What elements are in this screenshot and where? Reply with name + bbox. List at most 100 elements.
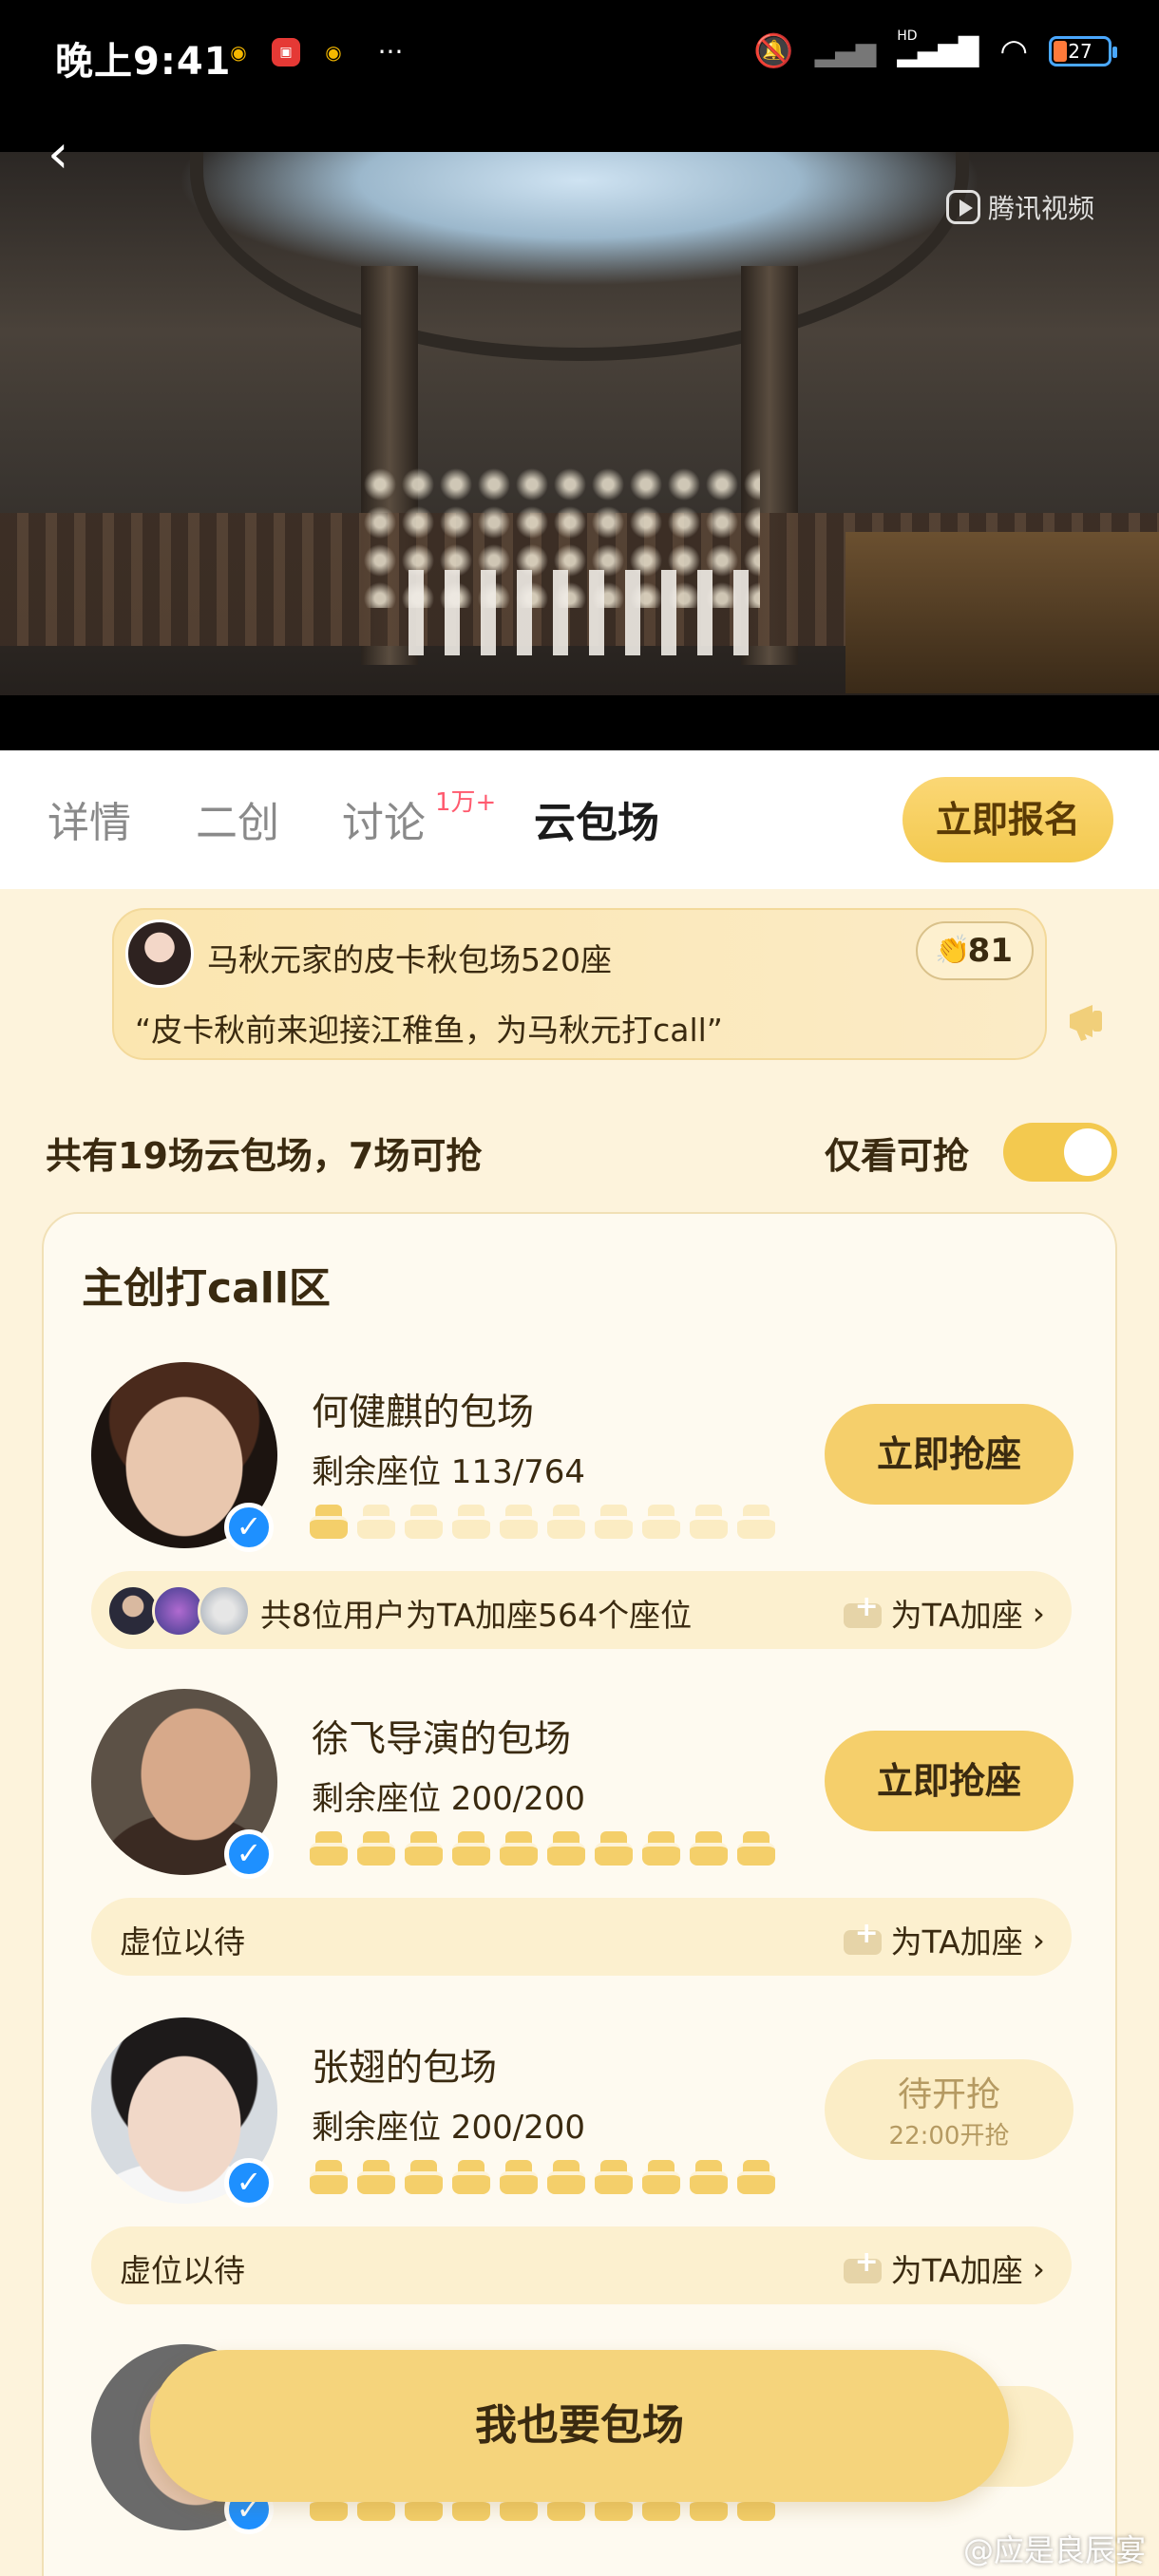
tab-fan-creations[interactable]: 二创: [196, 788, 279, 849]
chevron-right-icon: ›: [1032, 2249, 1045, 2287]
pending-grab-button[interactable]: 待开抢 22:00开抢: [825, 2059, 1074, 2160]
booking-summary: 共有19场云包场，7场可抢: [46, 1135, 483, 1177]
verified-icon: ✓: [224, 1829, 274, 1879]
seat-icon: [500, 2158, 538, 2194]
seat-icon: [547, 2158, 585, 2194]
seat-icon: [357, 1503, 395, 1539]
add-seat-icon: [843, 1917, 882, 1957]
tab-cloud-booking[interactable]: 云包场: [534, 788, 659, 849]
seat-icon: [595, 2158, 633, 2194]
status-right: 🔕 ▂▄▆ ▂▄▆█ HD ◠ 27: [753, 28, 1117, 70]
seat-icon: [405, 2158, 443, 2194]
chevron-right-icon: ›: [1032, 1921, 1045, 1959]
add-seat-row[interactable]: 共8位用户为TA加座564个座位 为TA加座 ›: [91, 1571, 1072, 1649]
remaining-seats: 剩余座位 113/764: [312, 1453, 586, 1491]
seat-icon: [452, 2158, 490, 2194]
wifi-icon: ◠: [999, 32, 1028, 70]
seat-icon: [310, 2158, 348, 2194]
avatar: [125, 919, 194, 988]
signal-icon: ▂▄▆: [814, 35, 877, 67]
seat-icon: [642, 1829, 680, 1866]
remaining-seats: 剩余座位 200/200: [312, 2109, 586, 2147]
only-available-toggle[interactable]: [1003, 1123, 1117, 1182]
seat-icon: [500, 1503, 538, 1539]
status-time: 晚上9:41: [55, 40, 232, 84]
seat-icon: [405, 1829, 443, 1866]
booking-entry: ✓ 张翅的包场 剩余座位 200/200 待开抢 22:00开抢 虚位以待 为T…: [44, 2017, 1119, 2321]
remaining-seats: 剩余座位 200/200: [312, 1780, 586, 1818]
video-watermark: 腾讯视频: [945, 188, 1094, 226]
more-icon: ···: [377, 36, 404, 67]
seat-icon: [595, 1503, 633, 1539]
banner-title: 马秋元家的皮卡秋包场520座: [207, 941, 612, 978]
seat-icon: [737, 2158, 775, 2194]
add-seat-link[interactable]: 为TA加座 ›: [843, 2245, 1045, 2291]
clap-count-button[interactable]: 👏 81: [916, 921, 1034, 980]
battery-icon: 27: [1049, 36, 1117, 66]
megaphone-icon[interactable]: [1064, 997, 1112, 1045]
tab-details[interactable]: 详情: [48, 788, 131, 849]
seat-icon: [310, 1503, 348, 1539]
clap-icon: 👏: [935, 934, 971, 967]
app-icon: ▣: [272, 38, 300, 66]
seat-icon: [690, 2158, 728, 2194]
seat-indicator: [310, 1829, 775, 1866]
status-bar: 晚上9:41 ◉ ▣ ◉ ··· 🔕 ▂▄▆ ▂▄▆█ HD ◠ 27: [0, 0, 1159, 152]
grab-seat-button[interactable]: 立即抢座: [825, 1404, 1074, 1505]
grab-seat-button[interactable]: 立即抢座: [825, 1731, 1074, 1831]
seat-icon: [690, 1829, 728, 1866]
seat-indicator: [310, 2158, 775, 2194]
notification-icons: ◉ ▣ ◉ ···: [224, 38, 414, 66]
seat-icon: [642, 1503, 680, 1539]
booking-name: 徐飞导演的包场: [312, 1718, 572, 1761]
booking-name: 张翅的包场: [312, 2047, 498, 2090]
source-watermark: @应是良辰宴: [962, 2532, 1146, 2568]
chevron-right-icon: ›: [1032, 1594, 1045, 1632]
weibo-icon: ◉: [325, 41, 342, 64]
seat-icon: [595, 1829, 633, 1866]
only-available-label: 仅看可抢: [825, 1135, 970, 1177]
add-seat-icon: [843, 1590, 882, 1630]
mute-bell-icon: 🔕: [753, 32, 794, 70]
booking-entry: ✓ 徐飞导演的包场 剩余座位 200/200 立即抢座 虚位以待 为TA加座 ›: [44, 1689, 1119, 1993]
seat-icon: [357, 2158, 395, 2194]
section-title: 主创打call区: [82, 1264, 331, 1313]
tab-bar: 详情 二创 讨论 1万+ 云包场 立即报名: [0, 750, 1159, 889]
seat-icon: [737, 1503, 775, 1539]
booking-name: 何健麒的包场: [312, 1392, 535, 1434]
add-seat-link[interactable]: 为TA加座 ›: [843, 1917, 1045, 1962]
seat-icon: [405, 1503, 443, 1539]
signup-button[interactable]: 立即报名: [902, 777, 1113, 862]
tencent-video-logo-icon: [945, 190, 980, 224]
discussion-count-badge: 1万+: [435, 788, 497, 817]
verified-icon: ✓: [224, 1503, 274, 1552]
add-seat-summary: 虚位以待: [120, 1923, 245, 1960]
seat-icon: [737, 1829, 775, 1866]
add-seat-icon: [843, 2245, 882, 2285]
verified-icon: ✓: [224, 2158, 274, 2207]
add-seat-row[interactable]: 虚位以待 为TA加座 ›: [91, 1898, 1072, 1976]
top-booking-banner[interactable]: 马秋元家的皮卡秋包场520座 “皮卡秋前来迎接江稚鱼，为马秋元打call” 👏 …: [112, 908, 1047, 1060]
video-player[interactable]: [0, 152, 1159, 750]
weibo-icon: ◉: [230, 41, 247, 64]
add-seat-link[interactable]: 为TA加座 ›: [843, 1590, 1045, 1636]
seat-icon: [690, 1503, 728, 1539]
video-scene: [190, 152, 969, 361]
add-seat-summary: 共8位用户为TA加座564个座位: [260, 1597, 693, 1634]
add-seat-summary: 虚位以待: [120, 2252, 245, 2289]
seat-icon: [500, 1829, 538, 1866]
banner-quote: “皮卡秋前来迎接江稚鱼，为马秋元打call”: [135, 1012, 723, 1049]
add-seat-row[interactable]: 虚位以待 为TA加座 ›: [91, 2226, 1072, 2304]
create-booking-button[interactable]: 我也要包场: [150, 2350, 1009, 2502]
tab-discussion[interactable]: 讨论: [342, 788, 426, 849]
seat-icon: [452, 1829, 490, 1866]
back-icon[interactable]: ‹: [48, 128, 95, 185]
seat-icon: [642, 2158, 680, 2194]
avatar: [198, 1584, 251, 1638]
seat-icon: [452, 1503, 490, 1539]
hd-signal-icon: ▂▄▆█ HD: [897, 28, 979, 67]
seat-indicator: [310, 1503, 775, 1539]
seat-icon: [310, 1829, 348, 1866]
booking-entry: ✓ 何健麒的包场 剩余座位 113/764 立即抢座 共8位用户为TA加座564…: [44, 1362, 1119, 1666]
seat-icon: [547, 1829, 585, 1866]
